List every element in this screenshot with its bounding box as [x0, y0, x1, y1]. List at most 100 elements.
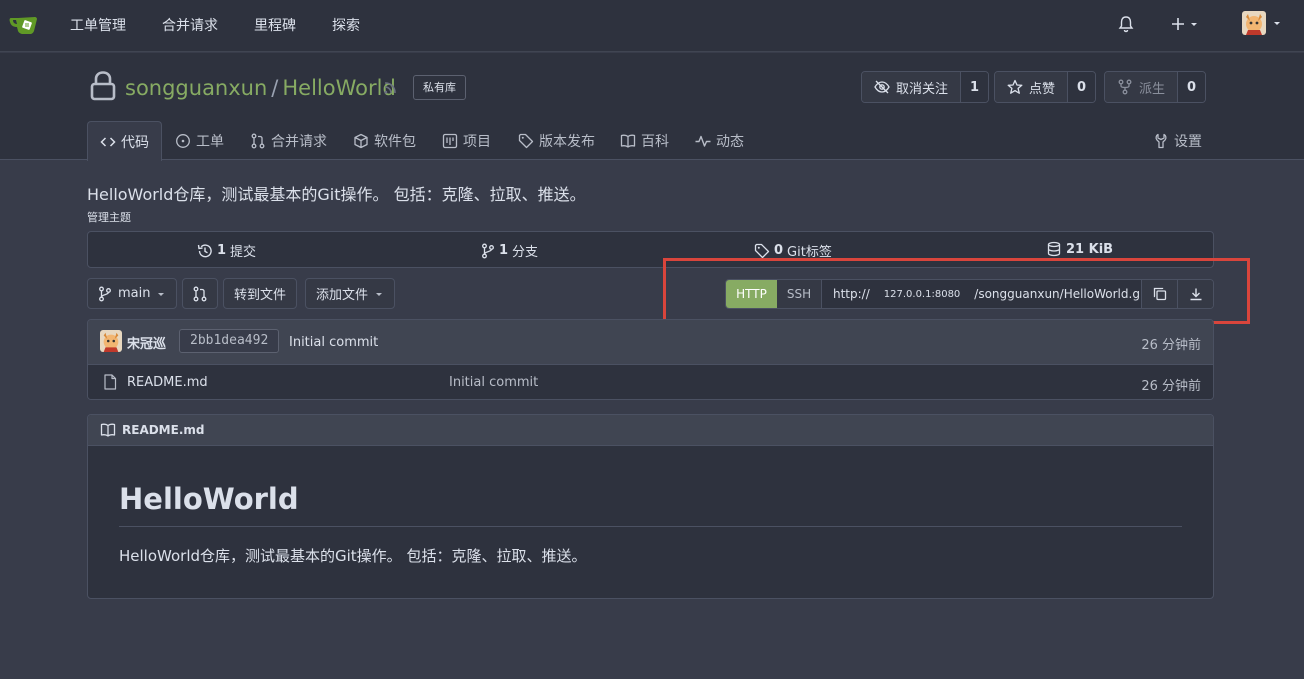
- copy-icon: [1153, 287, 1167, 301]
- repo-owner-link[interactable]: songguanxun: [125, 76, 267, 100]
- commit-sha[interactable]: 2bb1dea492: [179, 329, 280, 353]
- commits-count: 1: [217, 243, 227, 258]
- unwatch-button[interactable]: 取消关注: [862, 72, 961, 102]
- file-name[interactable]: README.md: [127, 375, 208, 390]
- readme-header: README.md: [88, 415, 1213, 446]
- pulse-icon: [695, 133, 711, 149]
- tab-wiki[interactable]: 百科: [620, 121, 669, 160]
- add-file-label: 添加文件: [316, 288, 369, 303]
- repo-stats-bar: 1 提交 1 分支 0 Git标签 21 KiB: [87, 231, 1214, 268]
- tab-releases[interactable]: 版本发布: [518, 121, 595, 160]
- size-stat: 21 KiB: [1046, 241, 1113, 257]
- download-icon: [1189, 287, 1203, 301]
- package-icon: [353, 133, 369, 149]
- repo-description: HelloWorld仓库，测试最基本的Git操作。 包括：克隆、拉取、推送。: [87, 185, 586, 204]
- clone-http-button[interactable]: HTTP: [726, 280, 777, 308]
- fork-count[interactable]: 0: [1177, 72, 1206, 102]
- clone-url-path: /songguanxun/HelloWorld.git: [974, 287, 1141, 301]
- tag-icon: [518, 133, 534, 149]
- issue-icon: [175, 133, 191, 149]
- star-button[interactable]: 点赞: [995, 72, 1068, 102]
- nav-issues[interactable]: 工单管理: [70, 15, 126, 35]
- commit-author[interactable]: 宋冠巡: [127, 333, 166, 352]
- clone-url-host: 127.0.0.1:8080: [883, 288, 961, 300]
- readme-heading: HelloWorld: [119, 482, 299, 516]
- table-row[interactable]: README.md Initial commit 26 分钟前: [88, 364, 1213, 399]
- fork-icon: [1117, 79, 1133, 95]
- fork-label: 派生: [1139, 81, 1166, 97]
- nav-pulls[interactable]: 合并请求: [162, 15, 218, 35]
- nav-milestones[interactable]: 里程碑: [254, 15, 296, 35]
- copy-url-button[interactable]: [1141, 280, 1177, 308]
- tab-label: 版本发布: [539, 133, 595, 150]
- clone-url-field[interactable]: http:// 127.0.0.1:8080 /songguanxun/Hell…: [822, 280, 1141, 308]
- commits-stat[interactable]: 1 提交: [197, 241, 256, 260]
- book-icon: [620, 133, 636, 149]
- commit-message[interactable]: Initial commit: [289, 335, 378, 350]
- user-avatar[interactable]: [1242, 11, 1266, 35]
- readme-panel: README.md HelloWorld HelloWorld仓库，测试最基本的…: [87, 414, 1214, 599]
- gitea-logo-icon[interactable]: [8, 9, 40, 41]
- commits-label: 提交: [230, 245, 257, 260]
- history-icon: [197, 243, 213, 259]
- tab-label: 软件包: [374, 133, 416, 150]
- repo-title: songguanxun / HelloWorld: [125, 76, 396, 100]
- branch-name: main: [118, 286, 151, 301]
- branch-selector[interactable]: main: [87, 278, 178, 309]
- file-icon: [103, 374, 117, 390]
- goto-file-label: 转到文件: [234, 288, 287, 303]
- watch-count[interactable]: 1: [960, 72, 989, 102]
- tab-activity[interactable]: 动态: [695, 121, 744, 160]
- nav-explore[interactable]: 探索: [332, 15, 360, 35]
- notification-bell-icon[interactable]: [1117, 15, 1135, 33]
- tab-pulls[interactable]: 合并请求: [250, 121, 327, 160]
- project-icon: [442, 133, 458, 149]
- star-count[interactable]: 0: [1067, 72, 1096, 102]
- tab-projects[interactable]: 项目: [442, 121, 491, 160]
- chevron-down-icon[interactable]: [1271, 17, 1283, 29]
- branch-icon: [98, 286, 112, 302]
- lock-icon: [90, 71, 116, 101]
- rss-feed-icon[interactable]: [382, 80, 398, 96]
- book-icon: [100, 422, 116, 438]
- tag-icon: [754, 243, 770, 259]
- star-icon: [1007, 79, 1023, 95]
- repo-size: 21 KiB: [1066, 241, 1114, 257]
- manage-topics-link[interactable]: 管理主题: [87, 209, 131, 225]
- create-new-dropdown-icon[interactable]: [1170, 15, 1200, 33]
- tags-stat[interactable]: 0 Git标签: [754, 241, 832, 260]
- commit-time: 26 分钟前: [1141, 338, 1201, 353]
- top-navbar: 工单管理 合并请求 里程碑 探索: [0, 0, 1304, 52]
- author-avatar[interactable]: [100, 330, 122, 352]
- wrench-icon: [1153, 133, 1169, 149]
- fork-button[interactable]: 派生: [1105, 72, 1178, 102]
- clone-ssh-button[interactable]: SSH: [777, 280, 822, 308]
- chevron-down-icon: [156, 289, 166, 299]
- tab-label: 合并请求: [271, 133, 327, 150]
- compare-button[interactable]: [182, 278, 218, 309]
- download-button[interactable]: [1177, 280, 1213, 308]
- clone-panel: HTTP SSH http:// 127.0.0.1:8080 /songgua…: [725, 279, 1214, 309]
- star-group: 点赞 0: [994, 71, 1097, 103]
- add-file-dropdown[interactable]: 添加文件: [305, 278, 396, 309]
- tab-label: 代码: [121, 134, 149, 151]
- tab-issues[interactable]: 工单: [175, 121, 224, 160]
- eye-slash-icon: [874, 79, 890, 95]
- readme-filename[interactable]: README.md: [122, 423, 204, 437]
- repo-name-link[interactable]: HelloWorld: [282, 76, 395, 100]
- tags-count: 0: [774, 243, 784, 258]
- goto-file-button[interactable]: 转到文件: [223, 278, 298, 309]
- readme-divider: [119, 526, 1182, 527]
- branch-icon: [481, 243, 495, 259]
- readme-body: HelloWorld仓库，测试最基本的Git操作。 包括：克隆、拉取、推送。: [119, 547, 587, 565]
- clone-url-prefix: http://: [833, 287, 870, 301]
- tab-label: 百科: [641, 133, 669, 150]
- tab-settings[interactable]: 设置: [1153, 121, 1202, 160]
- tab-code[interactable]: 代码: [87, 121, 162, 161]
- branches-count: 1: [499, 243, 509, 258]
- database-icon: [1046, 241, 1062, 257]
- file-commit-message[interactable]: Initial commit: [449, 375, 538, 390]
- pull-request-icon: [250, 133, 266, 149]
- tab-packages[interactable]: 软件包: [353, 121, 416, 160]
- branches-stat[interactable]: 1 分支: [481, 241, 538, 260]
